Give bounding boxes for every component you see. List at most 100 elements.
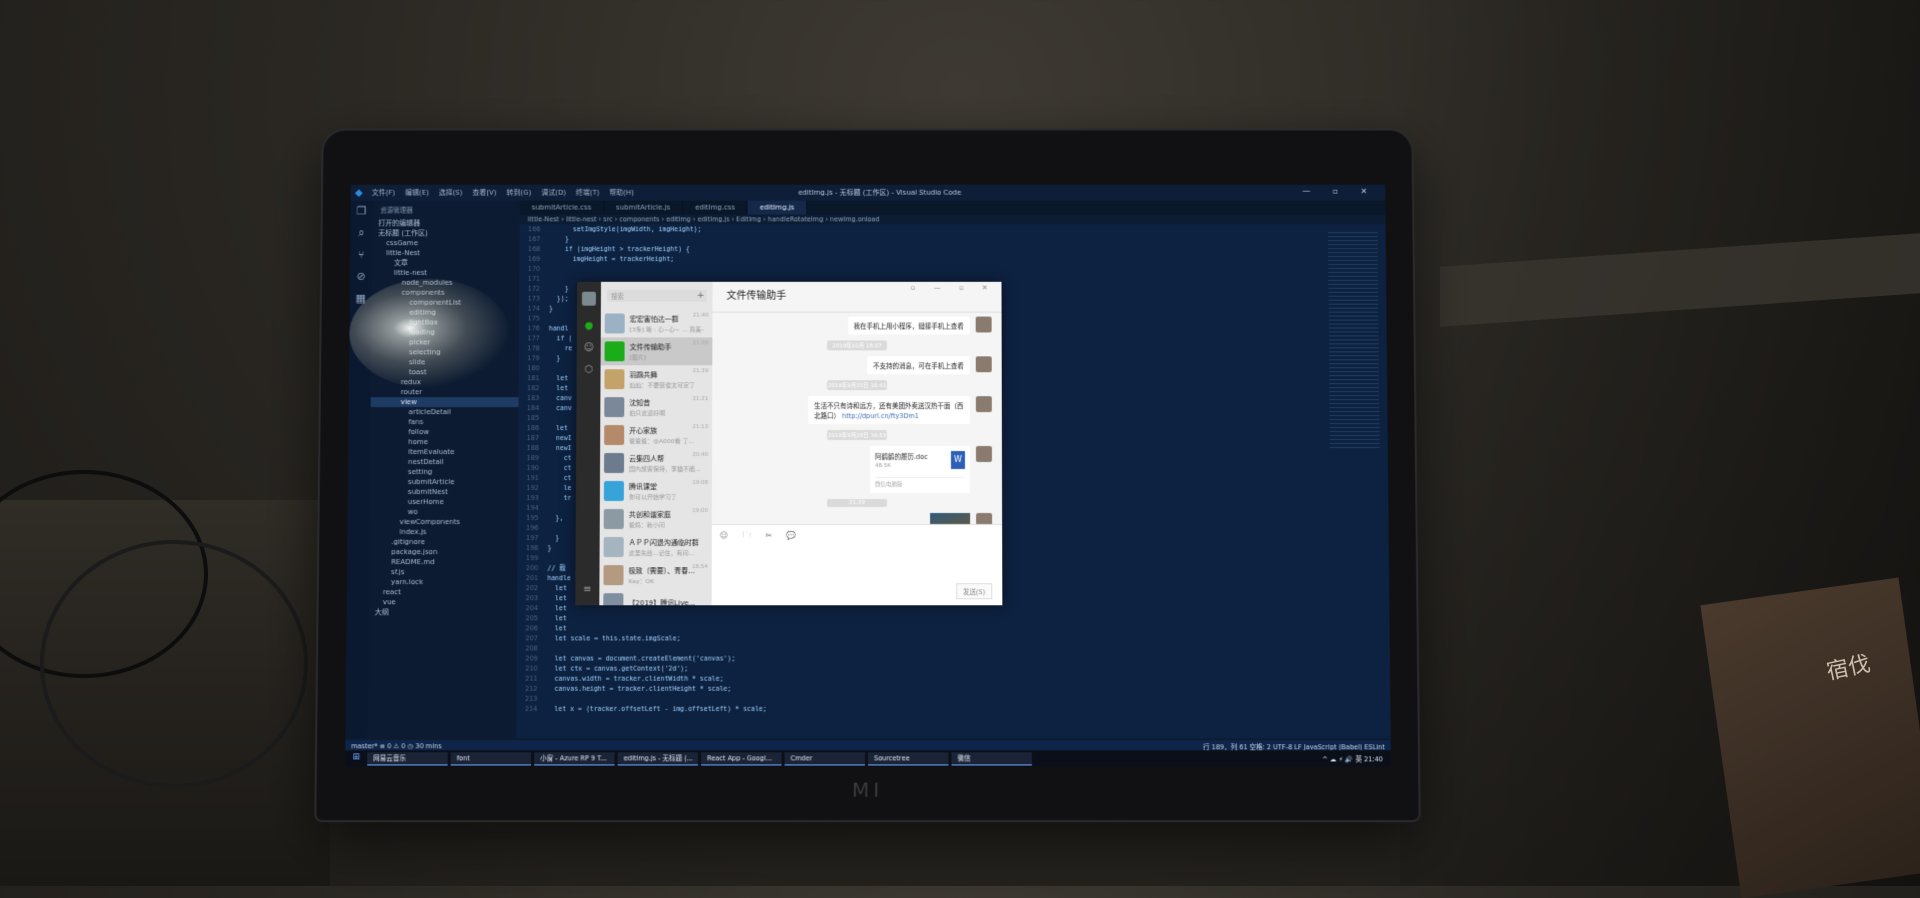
debug-icon[interactable]: ⊘: [350, 266, 372, 288]
message-input-area[interactable]: ☺ 🗀 ✂ 💬 发送(S): [711, 524, 1003, 606]
code-line[interactable]: [547, 694, 1320, 704]
conversation-item[interactable]: ＡＰＰ闪退沟通临时群 这里先给...记住，有问...: [600, 533, 712, 561]
explorer-tree-item[interactable]: fans: [370, 417, 518, 427]
menu-item[interactable]: 终端(T): [571, 189, 605, 197]
wechat-window-controls[interactable]: ▫ — ▫ ✕: [911, 284, 996, 292]
explorer-tree-item[interactable]: itemEvaluate: [370, 447, 518, 457]
breadcrumb[interactable]: little-Nest › little-nest › src › compon…: [520, 214, 1386, 224]
explorer-tree-item[interactable]: setting: [370, 467, 518, 477]
menu-item[interactable]: 编辑(E): [400, 189, 434, 197]
code-line[interactable]: let: [547, 613, 1319, 623]
editor-tab[interactable]: editImg.js: [747, 200, 808, 215]
image-message[interactable]: [930, 513, 971, 525]
taskbar-item[interactable]: Sourcetree: [868, 751, 949, 765]
code-line[interactable]: canvas.height = tracker.clientHeight * s…: [547, 684, 1320, 694]
explorer-tree-item[interactable]: little-nest: [372, 268, 520, 278]
explorer-tree-item[interactable]: userHome: [370, 497, 518, 507]
conversation-item[interactable]: 【2019】腾讯Live...: [599, 589, 711, 606]
explorer-tree-item[interactable]: view: [370, 397, 519, 408]
conversation-item[interactable]: 极致（需要）、青春... Kay：OK 18:54: [599, 561, 711, 589]
menu-item[interactable]: 帮助(H): [604, 189, 639, 197]
message-bubble[interactable]: 生活不只有诗和远方，还有美团外卖送汉热干面（西北路口） http://dpurl…: [808, 396, 970, 425]
conversation-item[interactable]: 文件传输助手 [图片] 21:39: [600, 337, 713, 366]
source-control-icon[interactable]: ⑂: [350, 244, 372, 266]
system-tray[interactable]: ^ ☁ ⚡ 🔊 英 21:40: [1322, 753, 1391, 763]
menu-item[interactable]: 选择(S): [434, 189, 468, 197]
explorer-tree-item[interactable]: README.md: [369, 557, 517, 567]
explorer-tree-item[interactable]: yarn.lock: [369, 577, 517, 587]
status-left[interactable]: master* ⊗ 0 ⚠ 0 ◷ 30 mins: [351, 742, 441, 750]
explorer-tree-item[interactable]: router: [371, 387, 519, 397]
explorer-tree-item[interactable]: little-Nest: [372, 248, 519, 258]
explorer-tree-item[interactable]: cssGame: [372, 238, 519, 248]
explorer-tree-item[interactable]: nestDetail: [370, 457, 518, 467]
explorer-tree-item[interactable]: 打开的编辑器: [372, 218, 519, 228]
start-icon[interactable]: ⊞: [349, 752, 363, 764]
sender-avatar[interactable]: [975, 396, 992, 413]
explorer-tree-item[interactable]: submitNest: [370, 487, 518, 497]
code-line[interactable]: canvas.width = tracker.clientWidth * sca…: [547, 674, 1320, 684]
contacts-icon[interactable]: ☺: [577, 337, 601, 359]
conversation-item[interactable]: 云集四人帮 国內旅客保持，李猫不能... 20:40: [600, 449, 712, 477]
conversation-item[interactable]: 共创和谐家庭 爸妈：新小问 19:00: [600, 505, 712, 533]
files-icon[interactable]: ❐: [351, 201, 373, 223]
explorer-tree-item[interactable]: package.json: [369, 547, 517, 557]
explorer-tree-item[interactable]: 无标题 (工作区): [372, 228, 519, 238]
code-line[interactable]: setImgStyle(imgWidth, imgHeight);: [549, 224, 1315, 234]
menu-icon[interactable]: ≡: [575, 579, 599, 601]
message-bubble[interactable]: 不支持的消息，可在手机上查看: [867, 356, 970, 375]
conversation-item[interactable]: 宏宏害怕达一群 [3条] 晰 : 心~心~ ... 真美~ 21:40: [601, 310, 713, 338]
code-line[interactable]: if (imgHeight > trackerHeight) {: [549, 244, 1316, 254]
favorites-icon[interactable]: ⬡: [577, 359, 601, 381]
explorer-tree-item[interactable]: .gitignore: [369, 537, 517, 547]
message-bubble[interactable]: 我在手机上用小程序，鏈接手机上查看: [847, 316, 970, 335]
send-button[interactable]: 发送(S): [955, 583, 993, 600]
explorer-tree-item[interactable]: viewComponents: [369, 517, 517, 527]
user-avatar[interactable]: [581, 291, 596, 306]
code-line[interactable]: }: [549, 234, 1316, 244]
explorer-tree-item[interactable]: 文章: [372, 258, 519, 268]
code-line[interactable]: imgHeight = trackerHeight;: [549, 254, 1316, 264]
conversation-item[interactable]: 腾讯课堂 你可以开始学习了 19:08: [600, 477, 712, 505]
explorer-tree-item[interactable]: wo: [370, 507, 518, 517]
taskbar-item[interactable]: editImg.js - 无标题 (...: [617, 751, 699, 765]
explorer-tree-item[interactable]: home: [370, 437, 518, 447]
conversation-item[interactable]: 沈知昔 拍只这道好啊 21:21: [600, 393, 712, 421]
editor-tab[interactable]: editImg.css: [683, 200, 748, 215]
explorer-tree-item[interactable]: follow: [370, 427, 518, 437]
sender-avatar[interactable]: [975, 446, 992, 463]
taskbar-item[interactable]: font: [450, 751, 532, 765]
taskbar-item[interactable]: Cmder: [784, 751, 865, 765]
explorer-tree-item[interactable]: index.js: [369, 527, 517, 537]
message-history[interactable]: 我在手机上用小程序，鏈接手机上查看 2019年10月 18:07 不支持的消息，可在…: [712, 313, 1002, 525]
code-line[interactable]: let ctx = canvas.getContext('2d');: [547, 664, 1320, 674]
menu-item[interactable]: 转到(G): [502, 189, 537, 197]
file-message[interactable]: 阿鹤鹤的履历.doc 48.5K 微信电脑版 W: [869, 446, 971, 493]
conversation-item[interactable]: 开心家族 爸爸爸：@A000看 了... 21:13: [600, 421, 712, 449]
sender-avatar[interactable]: [975, 356, 992, 373]
code-line[interactable]: let x = (tracker.offsetLeft - img.offset…: [547, 704, 1321, 714]
code-line[interactable]: let canvas = document.createElement('can…: [547, 654, 1320, 664]
menu-item[interactable]: 调试(D): [536, 189, 571, 197]
code-line[interactable]: let: [547, 623, 1319, 633]
explorer-tree-item[interactable]: submitArticle: [370, 477, 518, 487]
taskbar-item[interactable]: React App - Googl...: [701, 751, 782, 765]
taskbar-item[interactable]: 小窗 - Azure RP 9 T...: [534, 751, 615, 765]
sender-avatar[interactable]: [976, 513, 993, 525]
code-line[interactable]: [549, 264, 1316, 274]
explorer-tree-item[interactable]: sf.js: [369, 567, 517, 577]
taskbar-item[interactable]: 网易云音乐: [367, 751, 448, 765]
editor-tab[interactable]: submitArticle.js: [604, 200, 684, 215]
input-toolbar[interactable]: ☺ 🗀 ✂ 💬: [712, 525, 1002, 549]
search-icon[interactable]: ⌕: [350, 222, 372, 244]
add-icon[interactable]: +: [694, 289, 707, 302]
chat-icon[interactable]: ●: [577, 316, 601, 338]
explorer-tree-item[interactable]: articleDetail: [371, 407, 519, 417]
explorer-tree-item[interactable]: 大纲: [369, 607, 517, 617]
window-controls[interactable]: — ▫ ✕: [1302, 187, 1377, 196]
taskbar-item[interactable]: 微信: [951, 751, 1032, 765]
wechat-search-input[interactable]: 搜索: [606, 289, 707, 302]
editor-tab[interactable]: submitArticle.css: [519, 200, 605, 215]
message-link[interactable]: http://dpurl.cn/fty3Dm1: [842, 412, 919, 420]
menu-item[interactable]: 文件(F): [367, 189, 400, 197]
